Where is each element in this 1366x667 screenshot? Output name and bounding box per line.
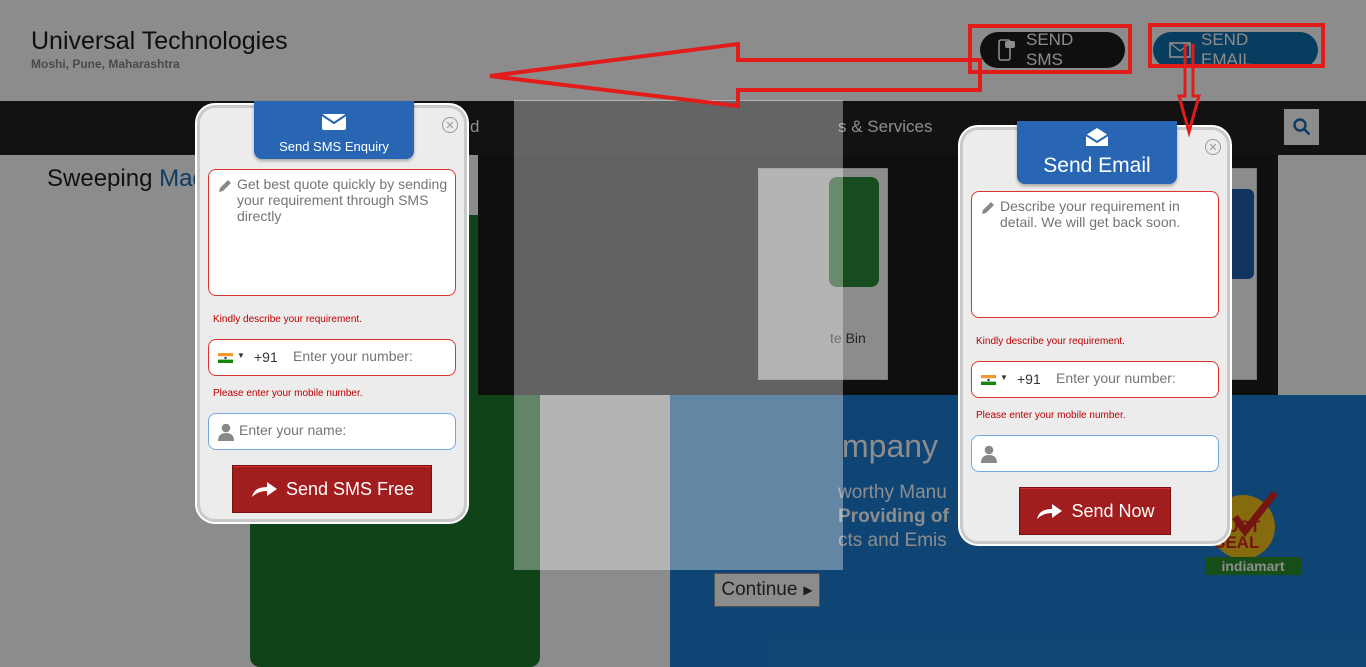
annotation-arrow-down [1177, 44, 1201, 138]
annotation-arrows [489, 41, 1201, 138]
annotation-arrow-left [489, 41, 982, 109]
